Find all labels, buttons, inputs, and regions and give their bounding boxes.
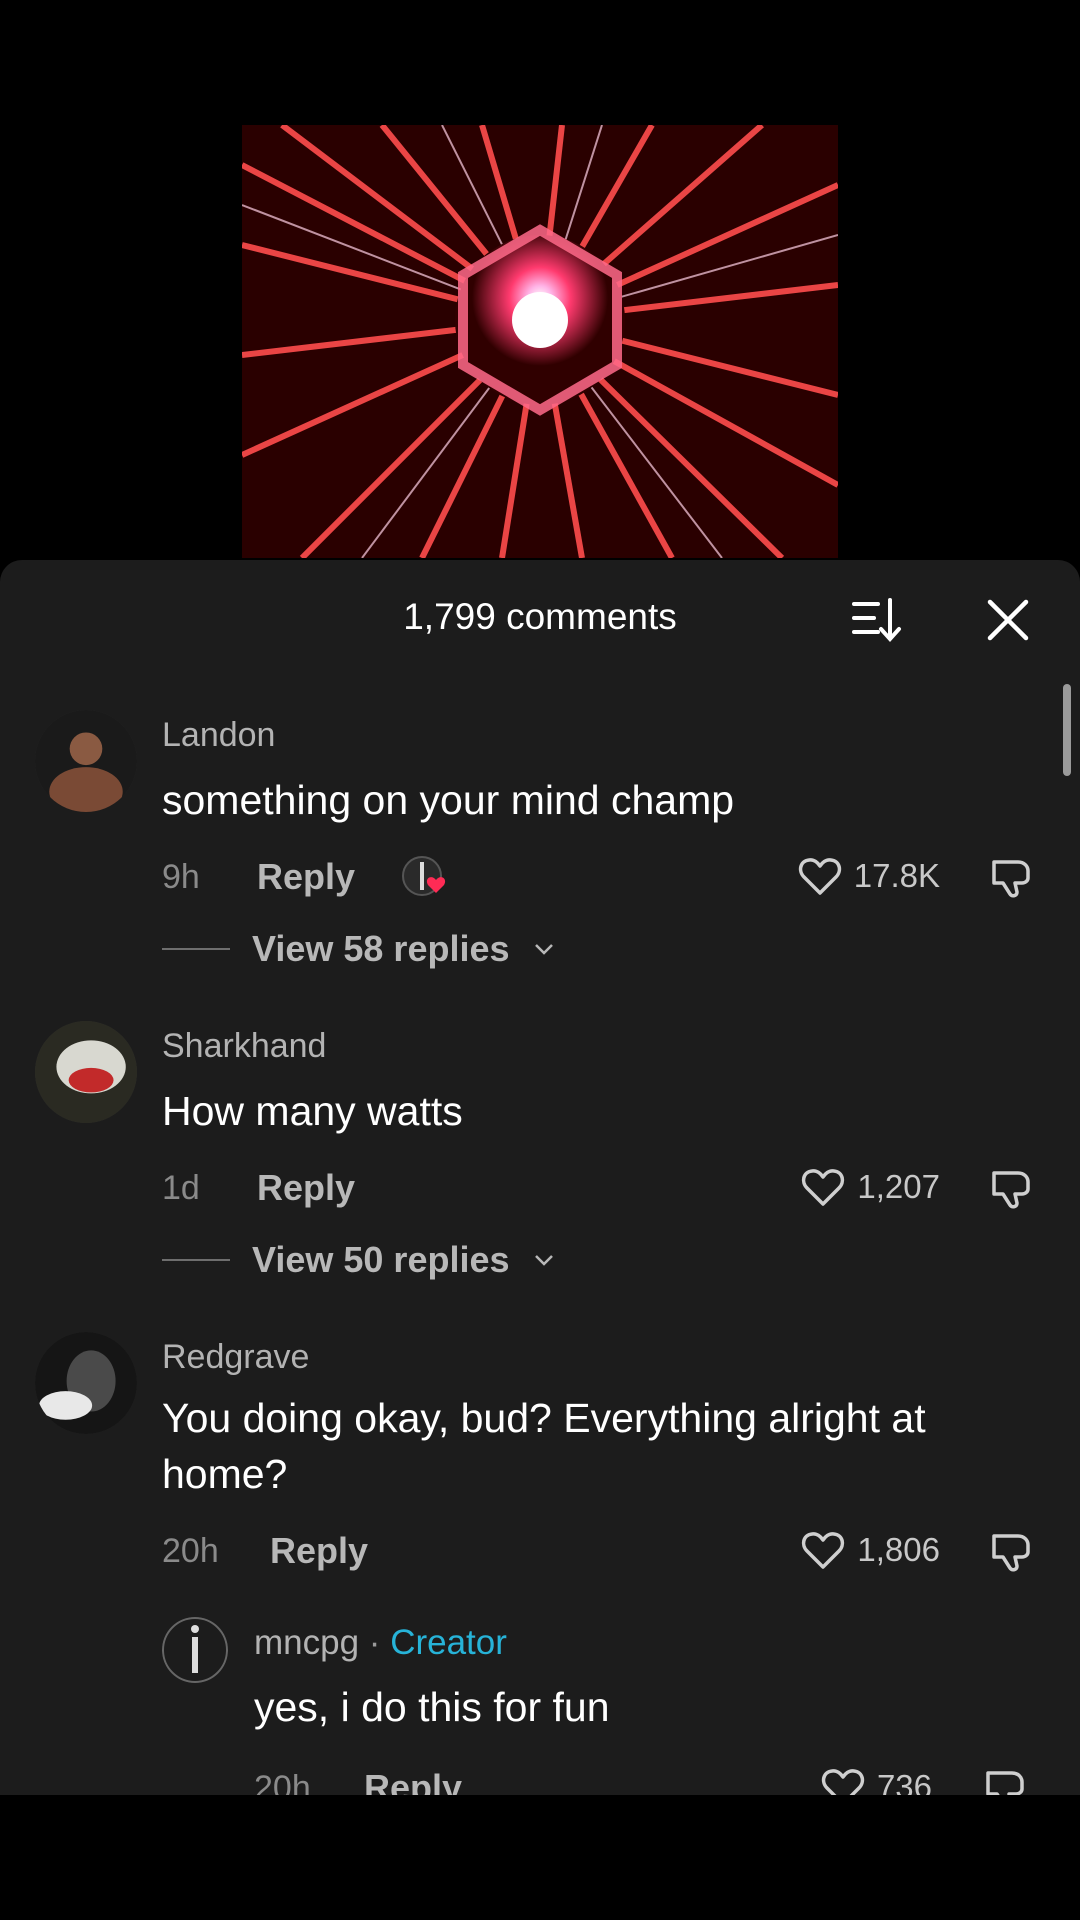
reply-item: mncpg · Creator yes, i do this for fun 2… xyxy=(0,1617,1080,1795)
avatar-image xyxy=(35,1021,137,1123)
comment-username[interactable]: Redgrave xyxy=(162,1338,309,1377)
video-preview[interactable] xyxy=(242,125,838,558)
thumbs-down-icon xyxy=(992,860,1030,898)
avatar-image xyxy=(35,1332,137,1434)
view-replies-button[interactable]: View 50 replies xyxy=(162,1239,556,1281)
close-button[interactable] xyxy=(980,592,1036,648)
view-replies-button[interactable]: View 58 replies xyxy=(162,928,556,970)
like-button[interactable]: 736 xyxy=(819,1763,932,1795)
chevron-down-icon xyxy=(534,944,553,955)
view-replies-label: View 50 replies xyxy=(252,1239,510,1280)
replies-divider xyxy=(162,948,230,950)
like-count: 736 xyxy=(876,1768,932,1795)
like-count: 1,806 xyxy=(857,1531,940,1568)
comment-time: 1d xyxy=(162,1169,200,1207)
comment-item: Landon something on your mind champ 9h R… xyxy=(0,710,1080,1010)
reply-time: 20h xyxy=(254,1769,311,1795)
chevron-down-icon xyxy=(534,1255,553,1266)
reply-button[interactable]: Reply xyxy=(364,1767,462,1795)
dislike-button[interactable] xyxy=(988,854,1036,902)
comment-text: something on your mind champ xyxy=(162,777,735,823)
avatar-image xyxy=(162,1617,228,1683)
dislike-button[interactable] xyxy=(988,1528,1036,1576)
comments-sheet: 1,799 comments Landon something on your … xyxy=(0,560,1080,1795)
creator-liked-badge xyxy=(400,852,456,900)
comment-text: How many watts xyxy=(162,1088,463,1134)
heart-icon xyxy=(821,1769,865,1795)
reply-text: yes, i do this for fun xyxy=(254,1684,610,1730)
thumbs-down-icon xyxy=(992,1534,1030,1572)
like-button[interactable]: 1,207 xyxy=(799,1163,940,1211)
sort-icon xyxy=(852,598,901,642)
reply-button[interactable]: Reply xyxy=(257,856,355,898)
like-button[interactable]: 1,806 xyxy=(799,1526,940,1574)
avatar[interactable] xyxy=(162,1617,228,1683)
comments-header: 1,799 comments xyxy=(0,560,1080,680)
comment-item: Redgrave You doing okay, bud? Everything… xyxy=(0,1332,1080,1592)
like-count: 17.8K xyxy=(853,857,940,894)
dislike-button[interactable] xyxy=(988,1165,1036,1213)
like-button[interactable]: 17.8K xyxy=(796,852,940,900)
comment-text: You doing okay, bud? Everything alright … xyxy=(162,1395,926,1497)
reply-username[interactable]: mncpg xyxy=(254,1623,359,1662)
dislike-button[interactable] xyxy=(982,1765,1030,1795)
avatar[interactable] xyxy=(35,710,137,812)
comment-username[interactable]: Landon xyxy=(162,716,275,755)
avatar[interactable] xyxy=(35,1332,137,1434)
comment-item: Sharkhand How many watts 1d Reply 1,207 … xyxy=(0,1021,1080,1321)
view-replies-label: View 58 replies xyxy=(252,928,510,969)
close-icon xyxy=(987,599,1029,641)
avatar-image xyxy=(35,710,137,812)
avatar[interactable] xyxy=(35,1021,137,1123)
comments-count-title: 1,799 comments xyxy=(403,596,677,637)
heart-icon xyxy=(802,1532,845,1569)
heart-icon xyxy=(802,1169,845,1206)
replies-divider xyxy=(162,1259,230,1261)
comment-time: 9h xyxy=(162,858,200,896)
comment-username[interactable]: Sharkhand xyxy=(162,1027,326,1066)
comment-time: 20h xyxy=(162,1532,219,1570)
reply-button[interactable]: Reply xyxy=(257,1167,355,1209)
reply-button[interactable]: Reply xyxy=(270,1530,368,1572)
thumbs-down-icon xyxy=(992,1171,1030,1209)
reply-user-line: mncpg · Creator xyxy=(254,1623,507,1663)
creator-badge: Creator xyxy=(390,1623,507,1662)
separator-dot: · xyxy=(368,1623,381,1662)
thumbs-down-icon xyxy=(986,1771,1024,1795)
heart-icon xyxy=(798,858,841,895)
like-count: 1,207 xyxy=(857,1168,940,1205)
sort-button[interactable] xyxy=(850,592,906,648)
